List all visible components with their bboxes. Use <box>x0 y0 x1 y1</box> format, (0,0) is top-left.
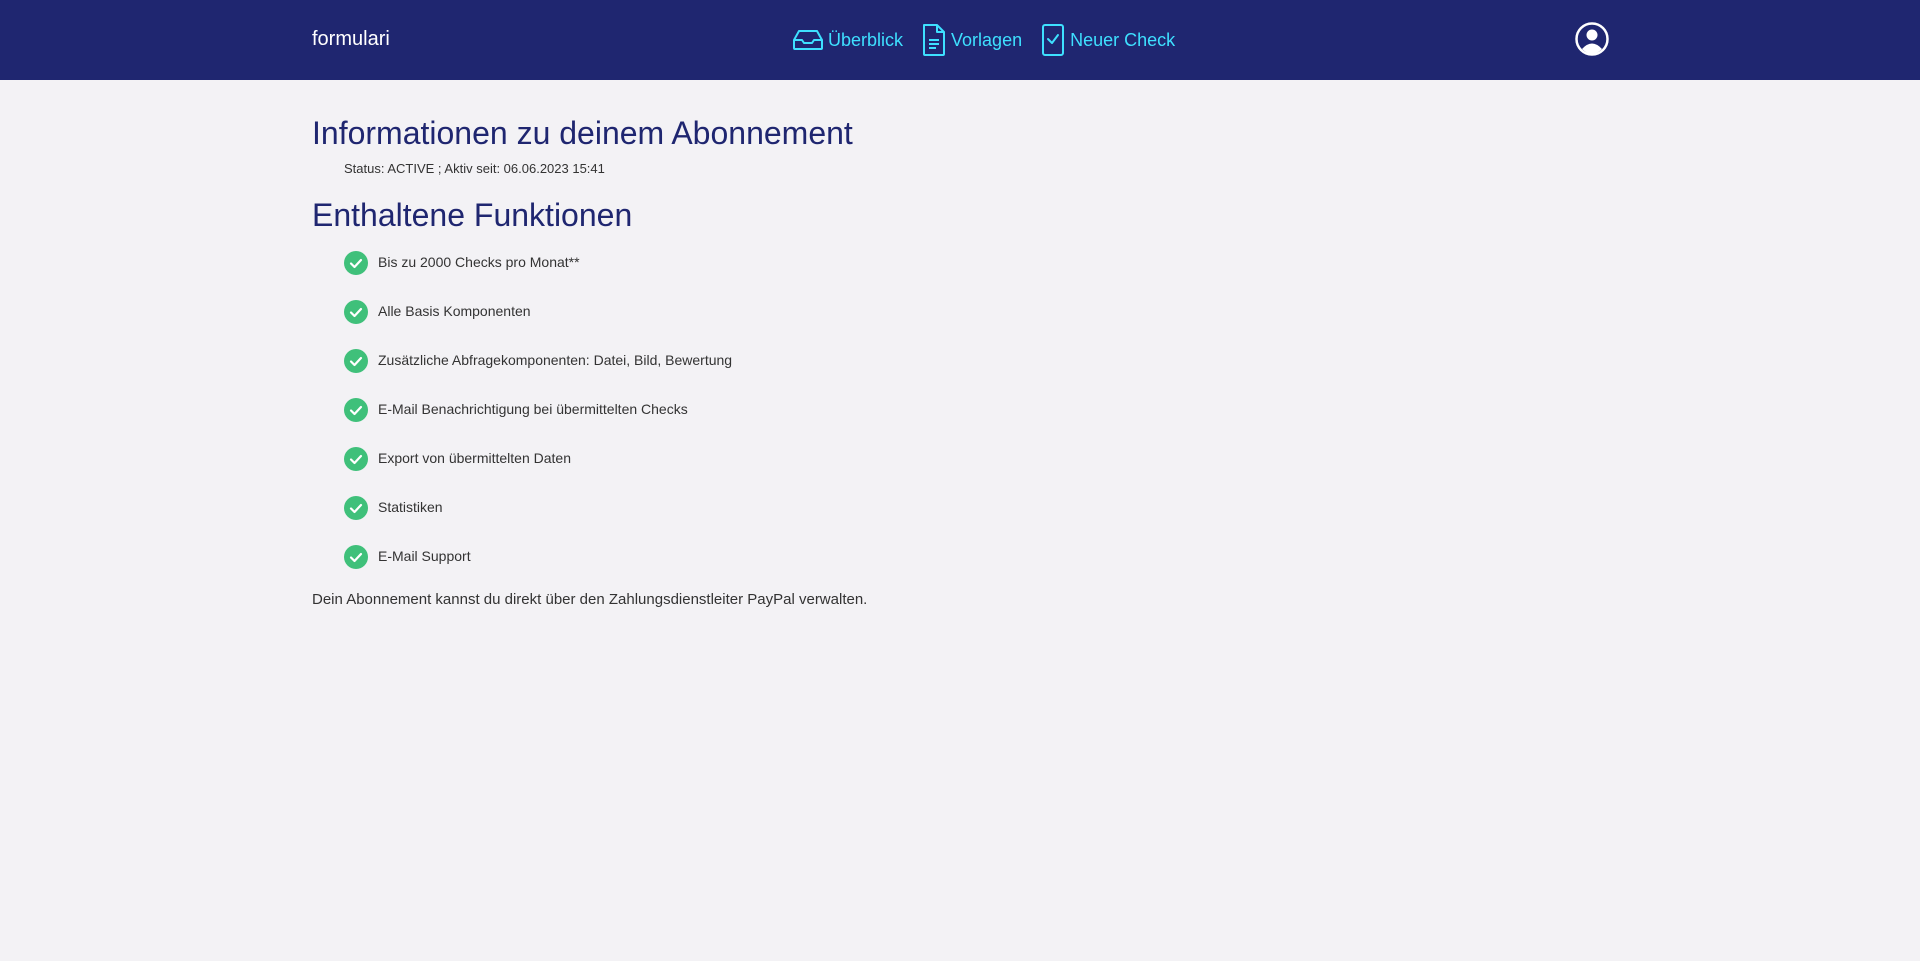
brand-logo[interactable]: formulari <box>312 26 390 52</box>
feature-item: E-Mail Support <box>344 532 1608 581</box>
main-content: Informationen zu deinem Abonnement Statu… <box>312 80 1608 608</box>
paypal-management-note: Dein Abonnement kannst du direkt über de… <box>312 591 868 608</box>
check-circle-icon <box>344 397 368 422</box>
feature-item: E-Mail Benachrichtigung bei übermittelte… <box>344 385 1608 434</box>
feature-label: Export von übermittelten Daten <box>378 449 571 466</box>
feature-label: Bis zu 2000 Checks pro Monat** <box>378 253 580 270</box>
feature-item: Export von übermittelten Daten <box>344 434 1608 483</box>
document-icon <box>921 23 947 57</box>
check-circle-icon <box>344 299 368 324</box>
check-circle-icon <box>344 348 368 373</box>
check-circle-icon <box>344 495 368 520</box>
feature-label: Statistiken <box>378 498 443 515</box>
features-title: Enthaltene Funktionen <box>312 197 633 233</box>
nav-label-new-check: Neuer Check <box>1070 29 1176 50</box>
main-nav: Überblick Vorlagen Neuer Check <box>792 20 1193 60</box>
nav-label-overview: Überblick <box>828 29 904 50</box>
feature-item: Bis zu 2000 Checks pro Monat** <box>344 238 1608 287</box>
nav-link-new-check[interactable]: Neuer Check <box>1040 23 1175 57</box>
feature-item: Zusätzliche Abfragekomponenten: Datei, B… <box>344 336 1608 385</box>
check-circle-icon <box>344 446 368 471</box>
feature-label: E-Mail Benachrichtigung bei übermittelte… <box>378 400 688 417</box>
feature-label: E-Mail Support <box>378 547 471 564</box>
check-circle-icon <box>344 250 368 275</box>
nav-link-overview[interactable]: Überblick <box>792 29 903 51</box>
top-navbar: formulari Überblick Vorlagen Neuer Check <box>0 0 1920 80</box>
feature-list: Bis zu 2000 Checks pro Monat** Alle Basi… <box>312 238 1608 581</box>
clipboard-check-icon <box>1040 23 1066 57</box>
nav-label-templates: Vorlagen <box>951 29 1023 50</box>
subscription-title: Informationen zu deinem Abonnement <box>312 115 853 151</box>
feature-label: Zusätzliche Abfragekomponenten: Datei, B… <box>378 351 733 368</box>
subscription-status: Status: ACTIVE ; Aktiv seit: 06.06.2023 … <box>344 161 605 176</box>
nav-link-templates[interactable]: Vorlagen <box>921 23 1022 57</box>
check-circle-icon <box>344 544 368 569</box>
feature-item: Statistiken <box>344 483 1608 532</box>
feature-label: Alle Basis Komponenten <box>378 302 531 319</box>
feature-item: Alle Basis Komponenten <box>344 287 1608 336</box>
user-circle-icon[interactable] <box>1575 22 1609 56</box>
inbox-icon <box>792 29 824 51</box>
